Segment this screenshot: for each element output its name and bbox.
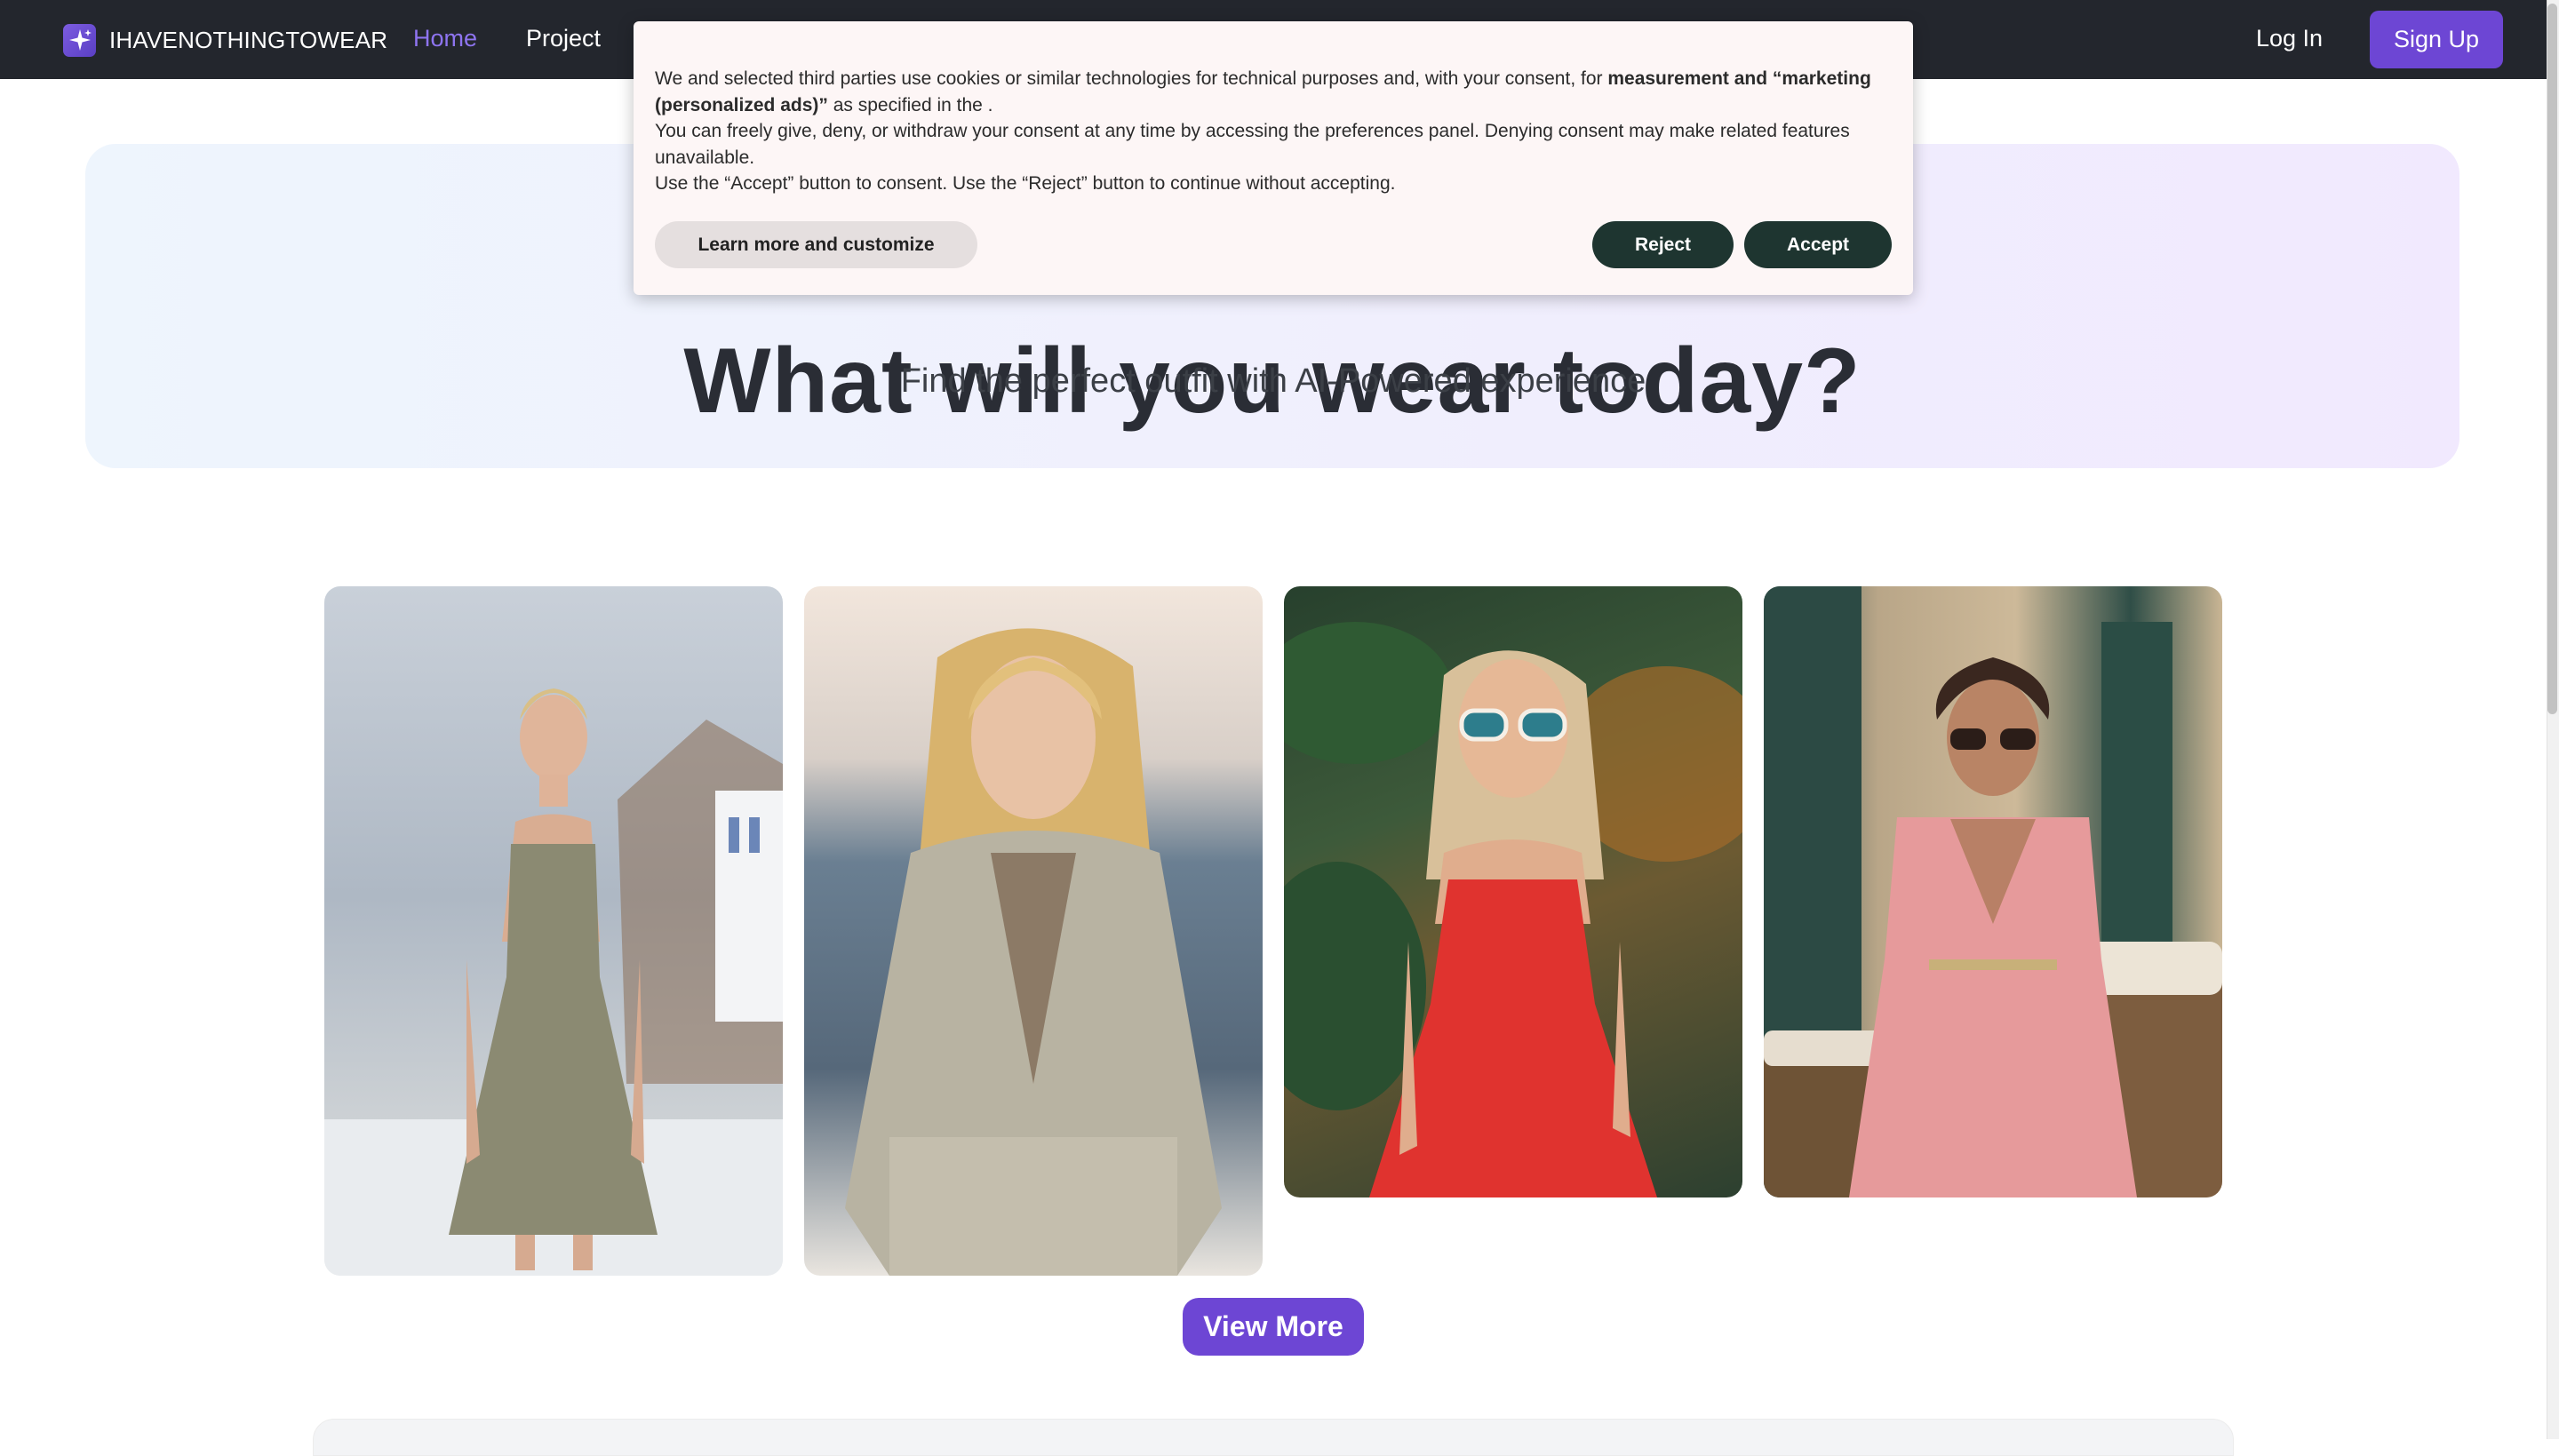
brand-logo[interactable]: IHAVENOTHINGTOWEAR [63, 22, 387, 58]
signup-button[interactable]: Sign Up [2370, 11, 2503, 68]
hero-subtitle: Find the perfect outfit with AI-Powered … [900, 362, 1646, 400]
cookie-line-1-tail: as specified in the . [827, 94, 993, 115]
nav-link-home[interactable]: Home [413, 25, 477, 52]
next-section-panel [313, 1419, 2234, 1456]
woman-pink-wrap-dress-image [1764, 586, 2222, 1197]
accept-button[interactable]: Accept [1744, 221, 1892, 268]
cookie-line-1-text: We and selected third parties use cookie… [655, 68, 1608, 89]
cookie-notice-text: We and selected third parties use cookie… [655, 66, 1894, 197]
gallery-image-3[interactable] [1284, 586, 1742, 1197]
sparkle-icon [63, 23, 96, 57]
woman-red-sundress-image [1284, 622, 1742, 1197]
woman-floral-slip-dress-image [324, 688, 783, 1276]
cookie-line-1: We and selected third parties use cookie… [655, 66, 1894, 118]
scrollbar-thumb[interactable] [2547, 4, 2557, 714]
woman-boho-tunic-image [845, 628, 1222, 1276]
cookie-line-2: You can freely give, deny, or withdraw y… [655, 121, 1850, 168]
cookie-consent-banner: We and selected third parties use cookie… [634, 21, 1913, 295]
reject-button[interactable]: Reject [1592, 221, 1734, 268]
view-more-button[interactable]: View More [1183, 1298, 1364, 1356]
learn-more-button[interactable]: Learn more and customize [655, 221, 977, 268]
gallery-image-2[interactable] [804, 586, 1263, 1276]
gallery-image-1[interactable] [324, 586, 783, 1276]
brand-name: IHAVENOTHINGTOWEAR [109, 26, 388, 53]
login-link[interactable]: Log In [2256, 25, 2323, 52]
gallery-image-4[interactable] [1764, 586, 2222, 1197]
nav-link-project[interactable]: Project [526, 25, 601, 52]
cookie-line-3: Use the “Accept” button to consent. Use … [655, 173, 1396, 194]
